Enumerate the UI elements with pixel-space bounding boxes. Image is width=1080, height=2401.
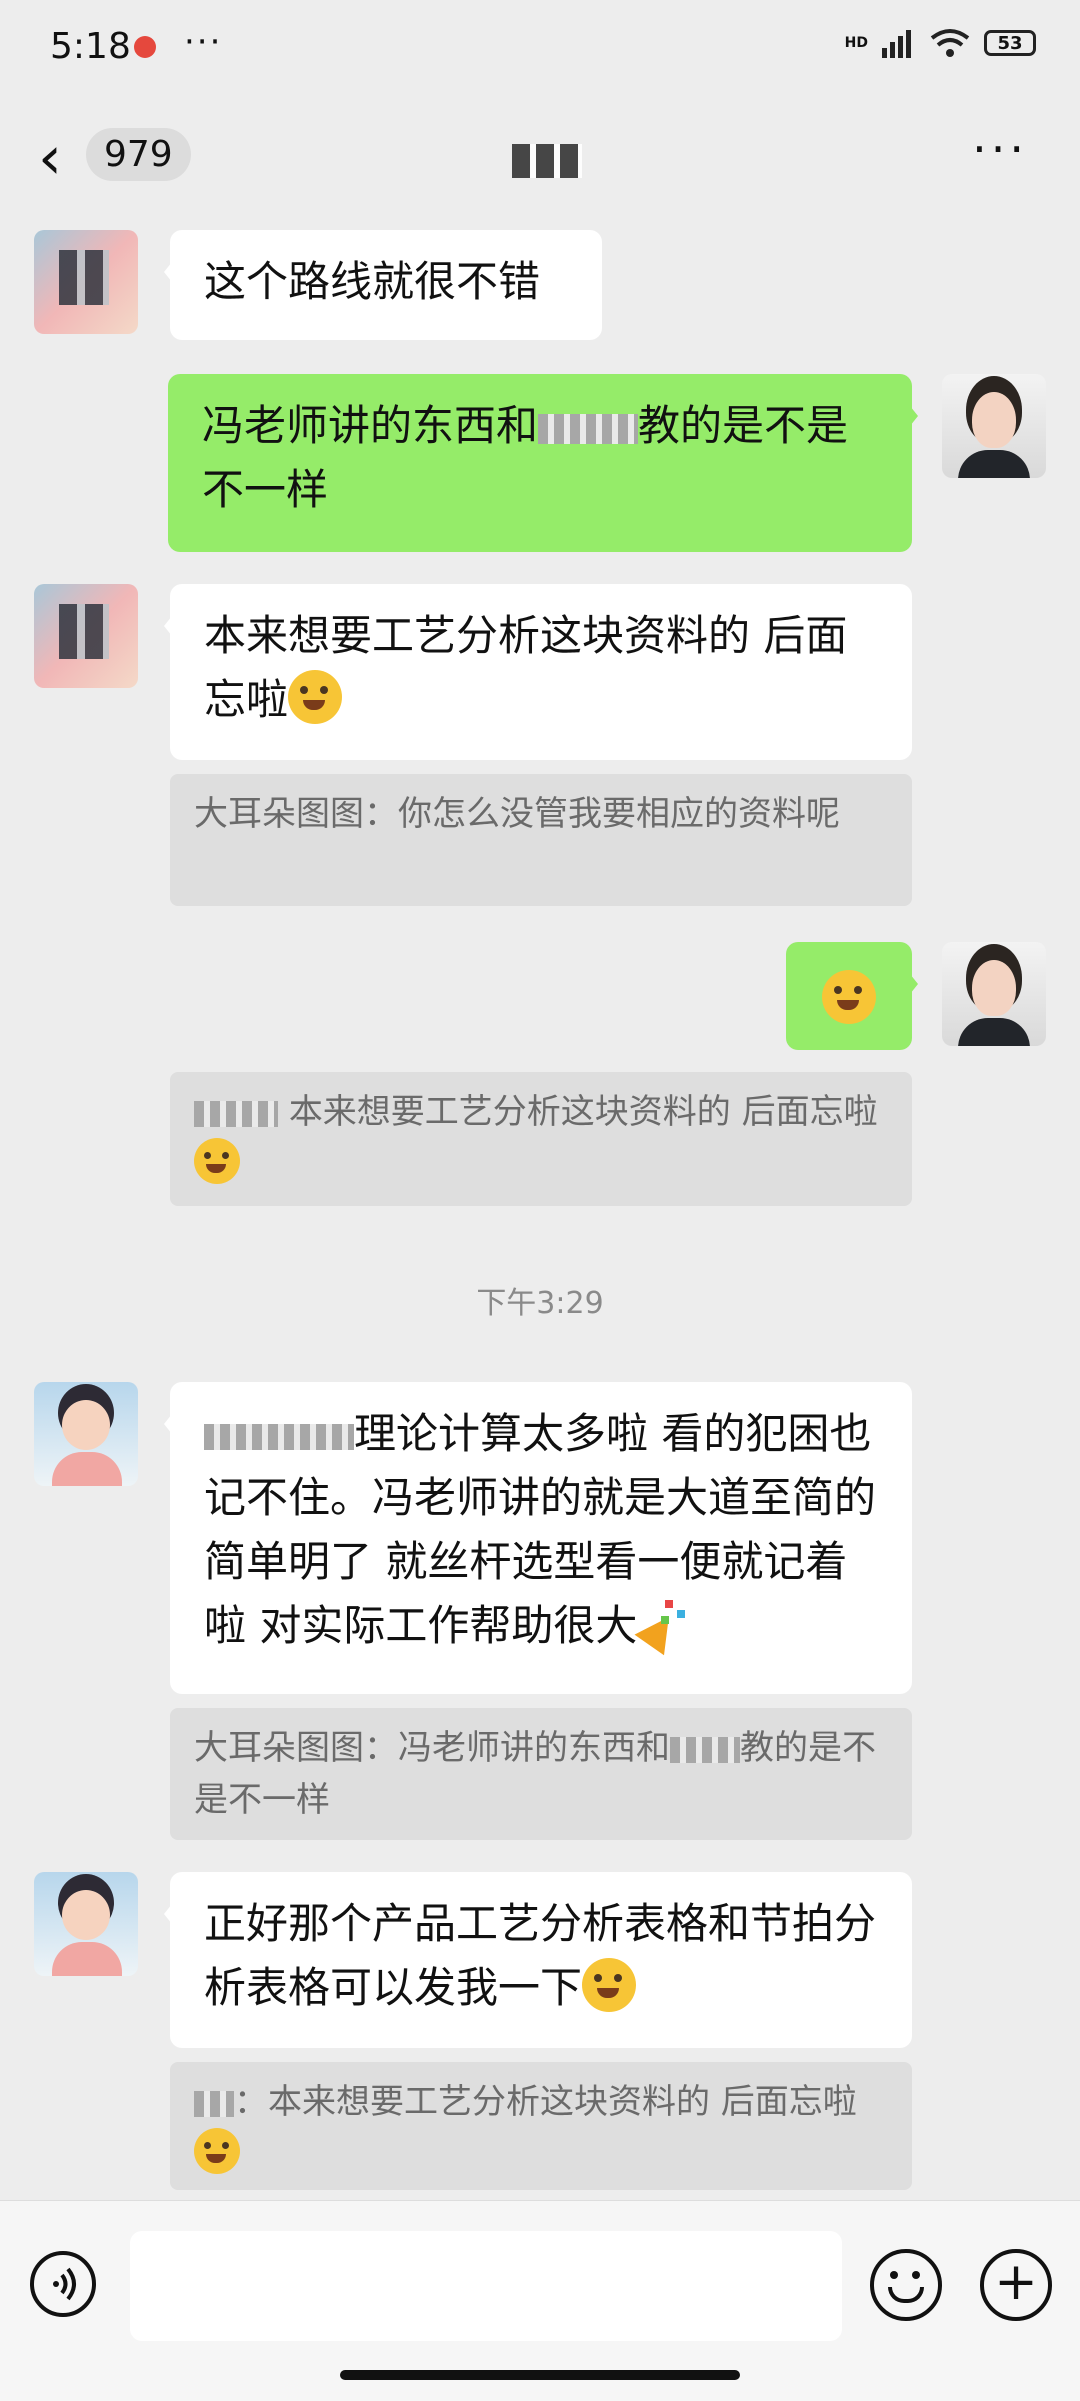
avatar[interactable] (34, 584, 138, 688)
avatar[interactable] (34, 1382, 138, 1486)
unread-count-badge[interactable]: 979 (86, 128, 191, 181)
quoted-text: 大耳朵图图：你怎么没管我要相应的资料呢 (194, 794, 840, 834)
quoted-reply[interactable]: ：本来想要工艺分析这块资料的 后面忘啦 (170, 2062, 912, 2190)
status-time: 5:18 (50, 26, 131, 67)
quoted-reply[interactable]: 大耳朵图图：冯老师讲的东西和 教的是不是不一样 (170, 1708, 912, 1840)
message-input[interactable] (130, 2231, 842, 2341)
message-bubble[interactable]: 理论计算太多啦 看的犯困也记不住。冯老师讲的就是大道至简的 简单明了 就丝杆选型… (164, 1382, 912, 1694)
avatar[interactable] (942, 374, 1046, 478)
voice-icon (53, 2267, 76, 2301)
quoted-reply[interactable]: 大耳朵图图：你怎么没管我要相应的资料呢 (170, 774, 912, 906)
message-text: 这个路线就很不错 (204, 257, 541, 306)
party-popper-emoji-icon (637, 1596, 691, 1650)
chat-title-blurred (512, 144, 582, 178)
message-bubble[interactable]: 这个路线就很不错 (164, 230, 602, 340)
redacted-text (670, 1736, 740, 1763)
message-bubble[interactable]: 本来想要工艺分析这块资料的 后面忘啦 (164, 584, 912, 760)
home-indicator[interactable] (340, 2370, 740, 2380)
emoji-button[interactable] (870, 2249, 942, 2321)
quoted-text: 大耳朵图图：冯老师讲的东西和 (194, 1728, 670, 1768)
quoted-reply[interactable]: 本来想要工艺分析这块资料的 后面忘啦 (170, 1072, 912, 1206)
laughing-crying-emoji-icon (288, 670, 343, 724)
message-text: 冯老师讲的东西和 (202, 401, 539, 450)
message-text: 正好那个产品工艺分析表格和节拍分析表格可以发我一下 (204, 1899, 877, 2012)
plus-button[interactable]: + (980, 2249, 1052, 2321)
wifi-icon (930, 29, 970, 57)
grinning-emoji-icon (582, 1958, 637, 2012)
avatar[interactable] (942, 942, 1046, 1046)
message-bubble[interactable]: 正好那个产品工艺分析表格和节拍分析表格可以发我一下 (164, 1872, 912, 2048)
network-type: HD (844, 35, 868, 51)
more-options-button[interactable]: ··· (972, 122, 1028, 176)
message-list[interactable]: 这个路线就很不错 冯老师讲的东西和 教的是不是不一样 本来想要工艺分析这块资料的 … (0, 210, 1080, 2200)
status-indicators: HD 53 (845, 28, 1036, 58)
redacted-text (538, 413, 639, 444)
location-icon (134, 36, 156, 58)
redacted-text (194, 1100, 278, 1127)
chat-header: ‹ 979 ··· (0, 110, 1080, 210)
chat-timestamp: 下午3:29 (476, 1286, 604, 1321)
message-bubble[interactable]: 冯老师讲的东西和 教的是不是不一样 (168, 374, 918, 552)
avatar[interactable] (34, 1872, 138, 1976)
back-button[interactable]: ‹ (38, 128, 62, 188)
quoted-text: 本来想要工艺分析这块资料的 后面忘啦 (288, 1092, 878, 1132)
signal-icon (882, 30, 911, 58)
battery-icon: 53 (984, 30, 1036, 56)
avatar[interactable] (34, 230, 138, 334)
quoted-text: ：本来想要工艺分析这块资料的 后面忘啦 (234, 2082, 857, 2122)
redacted-text (204, 1423, 354, 1450)
flushed-face-emoji-icon (822, 970, 876, 1024)
voice-button[interactable] (30, 2251, 96, 2317)
status-more-icon: ··· (184, 22, 223, 62)
status-bar: 5:18 ··· HD 53 (0, 0, 1080, 100)
laughing-crying-emoji-icon (194, 2128, 240, 2174)
message-bubble[interactable] (786, 942, 918, 1050)
laughing-crying-emoji-icon (194, 1138, 240, 1184)
redacted-text (194, 2090, 234, 2117)
